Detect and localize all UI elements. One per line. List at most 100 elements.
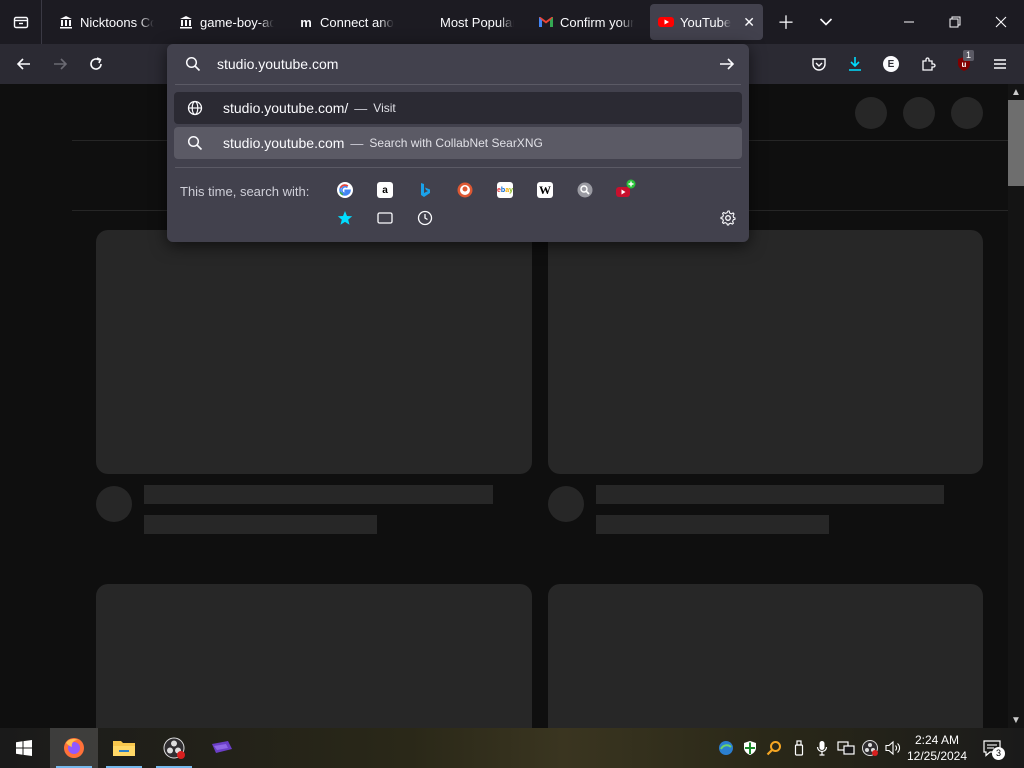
bank-icon [178, 14, 194, 30]
url-input[interactable] [217, 56, 697, 72]
download-icon [849, 57, 861, 71]
tab-title: Confirm your [560, 14, 634, 30]
forward-button[interactable] [44, 48, 76, 80]
search-settings-button[interactable] [716, 206, 740, 230]
search-tray-icon[interactable] [764, 738, 784, 758]
pocket-button[interactable] [803, 48, 835, 80]
scroll-down-icon[interactable]: ▼ [1008, 712, 1024, 728]
new-tab-button[interactable]: ＋ [768, 4, 804, 40]
amazon-engine-button[interactable]: a [373, 178, 397, 202]
bookmarks-mode-button[interactable] [333, 206, 357, 230]
bank-icon [58, 14, 74, 30]
minimize-button[interactable] [886, 0, 932, 44]
amazon-icon: a [377, 182, 393, 198]
tabs-mode-button[interactable] [373, 206, 397, 230]
video-thumbnail-skeleton [96, 230, 532, 474]
scroll-thumb[interactable] [1008, 100, 1024, 186]
tab-title: Nicktoons Co [80, 14, 154, 30]
ublock-button[interactable]: u 1 [948, 48, 980, 80]
windows-taskbar: 2:24 AM 12/25/2024 3 [0, 728, 1024, 768]
urlbar-divider [175, 84, 741, 85]
network-sync-icon[interactable] [716, 738, 736, 758]
urlbar[interactable] [167, 44, 749, 84]
firefox-view-button[interactable] [0, 0, 42, 44]
obs-tray-icon[interactable] [860, 738, 880, 758]
svg-text:u: u [962, 60, 967, 69]
network-icon[interactable] [836, 738, 856, 758]
youtube-add-engine-icon [616, 179, 636, 197]
clock-time: 2:24 AM [914, 733, 960, 747]
tab-title: Connect anot [320, 14, 394, 30]
pocket-icon [812, 58, 826, 71]
downloads-button[interactable] [839, 48, 871, 80]
video-thumbnail-skeleton [548, 230, 983, 474]
bing-engine-button[interactable] [413, 178, 437, 202]
urlbar-panel: studio.youtube.com/ — Visit studio.youtu… [167, 44, 749, 242]
tab-nicktoons[interactable]: Nicktoons Co [50, 4, 162, 40]
wikipedia-engine-button[interactable]: W [533, 178, 557, 202]
purple-cartridge-icon [212, 741, 232, 753]
tab-bar: Nicktoons Co game-boy-ad m Connect anot … [0, 0, 1024, 44]
start-button[interactable] [0, 728, 48, 768]
security-shield-icon[interactable] [740, 738, 760, 758]
engines-label: This time, search with: [180, 184, 310, 199]
minimize-icon [904, 21, 914, 23]
google-engine-button[interactable] [333, 178, 357, 202]
search-icon [185, 56, 201, 72]
extensions-button[interactable] [912, 48, 944, 80]
tab-title: YouTube [680, 14, 732, 30]
extension-badge: 1 [963, 50, 975, 61]
windows-logo-icon [16, 740, 32, 756]
account-button[interactable]: E [875, 48, 907, 80]
go-arrow-icon[interactable] [719, 56, 735, 72]
back-button[interactable] [8, 48, 40, 80]
scroll-up-icon[interactable]: ▲ [1008, 84, 1024, 100]
meta-skeleton [596, 515, 829, 534]
add-youtube-engine-button[interactable] [613, 178, 637, 202]
obs-icon [163, 737, 185, 759]
app-menu-button[interactable] [984, 48, 1016, 80]
taskbar-app[interactable] [198, 728, 246, 768]
microphone-icon[interactable] [812, 738, 832, 758]
taskbar-firefox[interactable] [50, 728, 98, 768]
taskbar-clock[interactable]: 2:24 AM 12/25/2024 [902, 732, 972, 764]
searxng-engine-button[interactable] [573, 178, 597, 202]
close-window-button[interactable] [978, 0, 1024, 44]
m-logo-icon: m [300, 14, 312, 30]
suggestion-action: Visit [373, 101, 396, 115]
tab-youtube[interactable]: YouTube ✕ [650, 4, 763, 40]
ebay-engine-button[interactable]: ebay [493, 178, 517, 202]
blank-favicon-icon [418, 14, 434, 30]
gear-icon [720, 210, 736, 226]
taskbar-file-explorer[interactable] [100, 728, 148, 768]
restore-button[interactable] [932, 0, 978, 44]
tab-game-boy[interactable]: game-boy-ad [170, 4, 282, 40]
duckduckgo-engine-button[interactable] [453, 178, 477, 202]
channel-avatar-skeleton [96, 486, 132, 522]
hamburger-menu-icon [994, 59, 1006, 69]
volume-icon[interactable] [884, 738, 904, 758]
back-arrow-icon [16, 58, 30, 70]
history-mode-button[interactable] [413, 206, 437, 230]
suggestion-text: studio.youtube.com [223, 135, 345, 151]
engines-divider [175, 167, 741, 168]
reload-button[interactable] [80, 48, 112, 80]
restore-icon [949, 16, 961, 28]
tab-gmail[interactable]: Confirm your [530, 4, 642, 40]
suggestion-visit[interactable]: studio.youtube.com/ — Visit [174, 92, 742, 124]
close-icon [995, 16, 1007, 28]
search-icon [185, 135, 205, 151]
taskbar-obs[interactable] [150, 728, 198, 768]
action-center-button[interactable]: 3 [982, 738, 1005, 760]
clock-icon [417, 210, 433, 226]
tab-connect[interactable]: m Connect anot [290, 4, 402, 40]
suggestion-dash: — [350, 135, 364, 151]
tab-most-popular[interactable]: Most Popular [410, 4, 522, 40]
wikipedia-icon: W [537, 182, 553, 198]
tab-close-icon[interactable]: ✕ [735, 14, 755, 31]
usb-drive-icon[interactable] [789, 738, 809, 758]
suggestion-search[interactable]: studio.youtube.com — Search with CollabN… [174, 127, 742, 159]
list-all-tabs-button[interactable] [808, 4, 844, 40]
channel-avatar-skeleton [548, 486, 584, 522]
page-scrollbar[interactable]: ▲ ▼ [1008, 84, 1024, 728]
